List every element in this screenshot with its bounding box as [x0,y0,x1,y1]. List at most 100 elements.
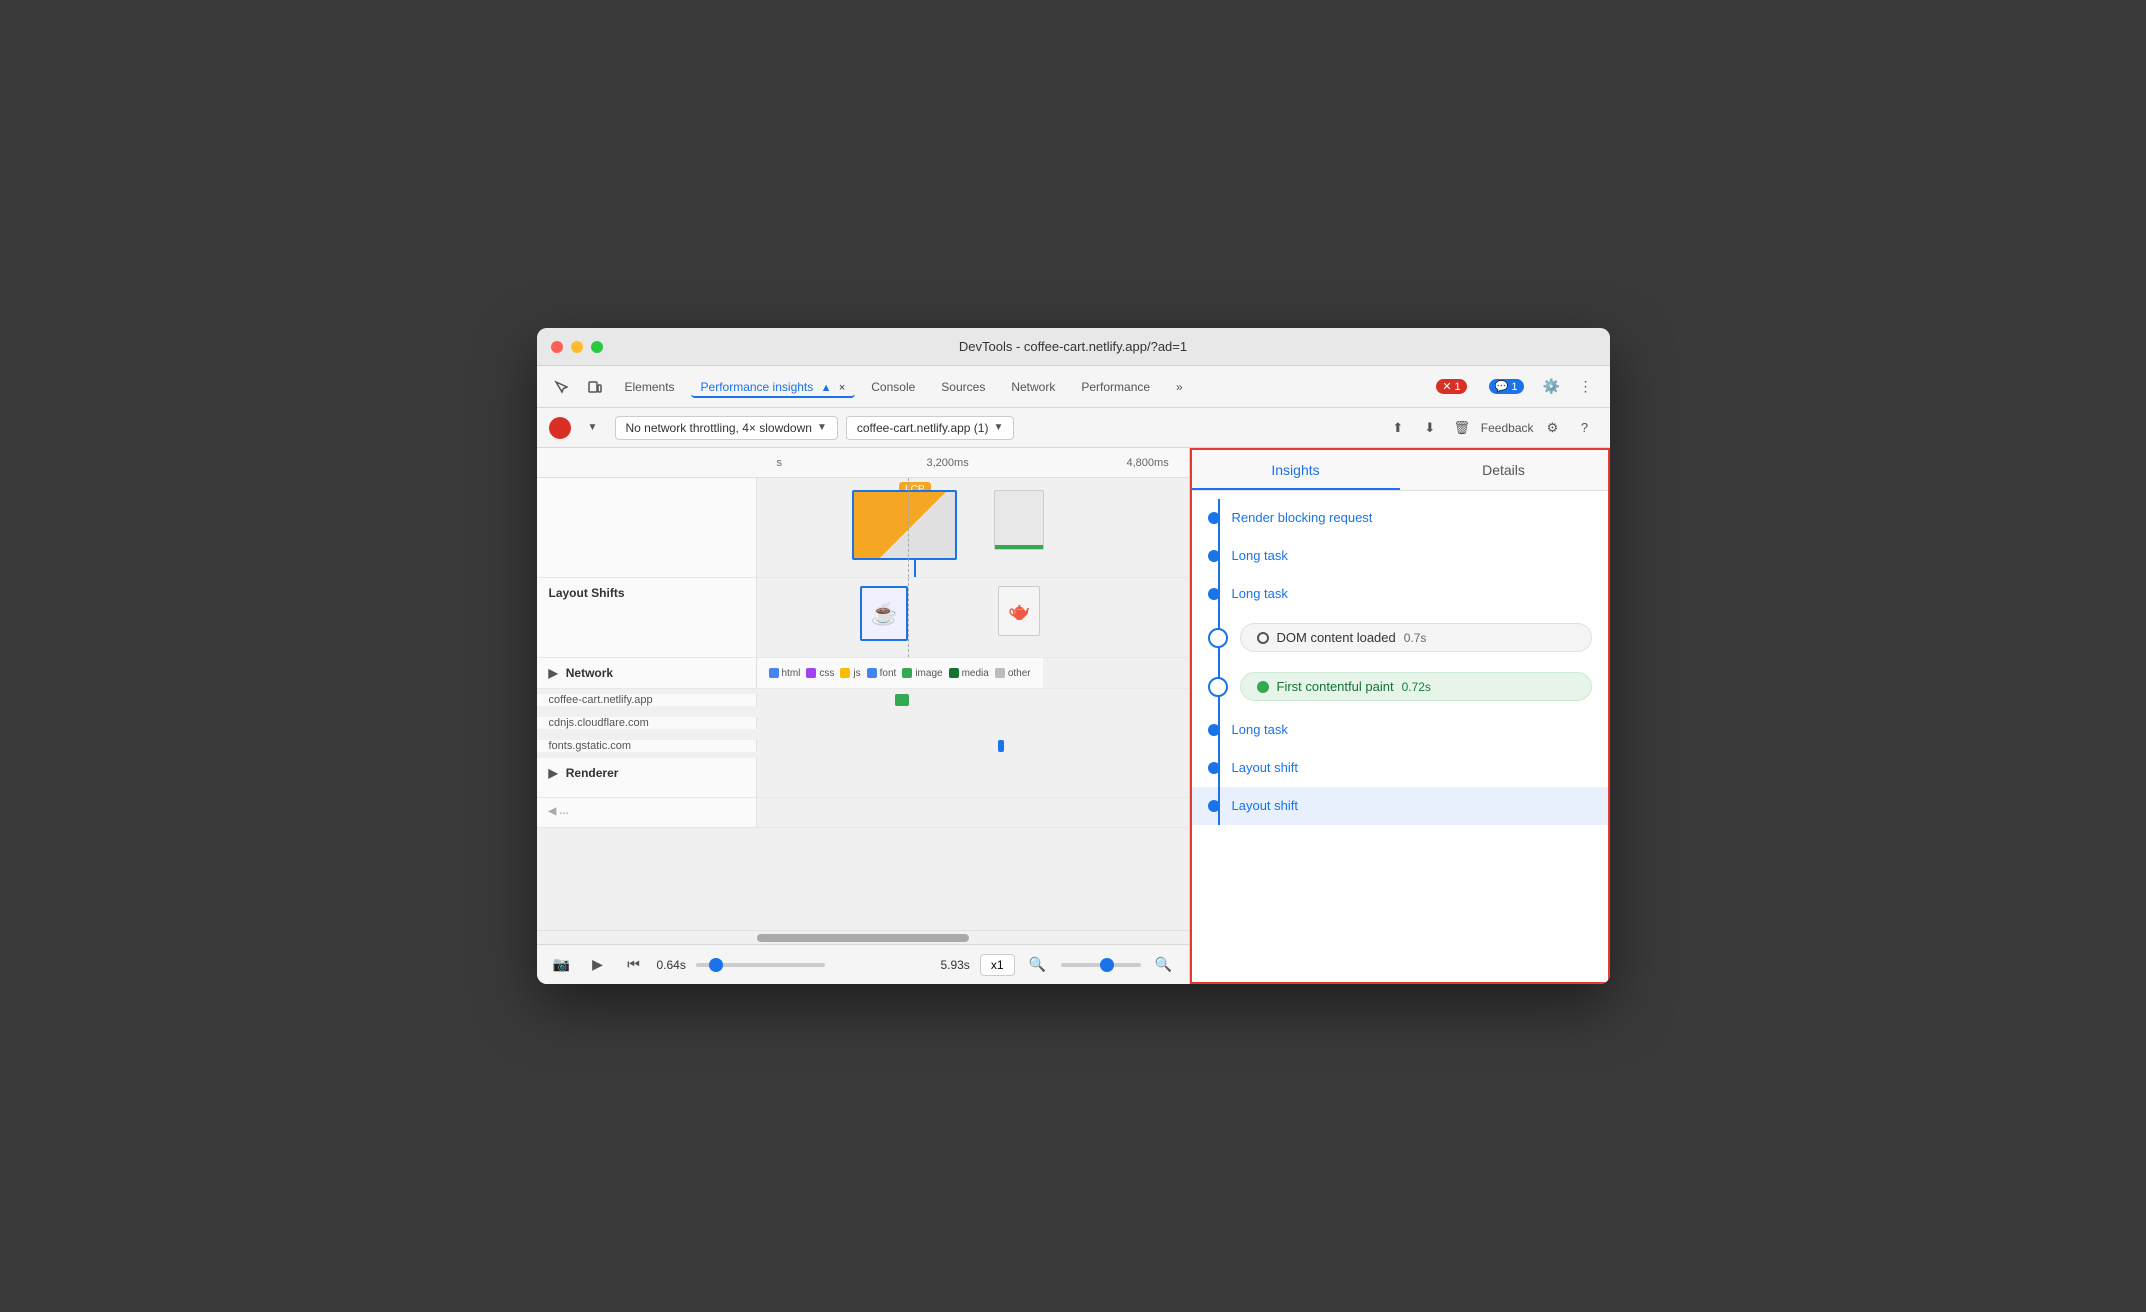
network-throttle-dropdown[interactable]: No network throttling, 4× slowdown ▼ [615,416,838,440]
ruler-time-2: 3,200ms [927,457,969,469]
timeline-panel: s 3,200ms 4,800ms LCP [537,448,1190,984]
tab-network[interactable]: Network [1001,376,1065,398]
network-row-label-3: fonts.gstatic.com [537,740,757,752]
network-legend: html css js font [757,658,1043,688]
network-row-label-1: coffee-cart.netlify.app [537,694,757,706]
upload-icon[interactable]: ⬆ [1385,415,1411,441]
zoom-slider[interactable] [1061,963,1141,967]
tab-performance[interactable]: Performance [1071,376,1160,398]
layout-shift-1-link[interactable]: Layout shift [1232,760,1299,775]
content-3: Long task [1232,585,1592,603]
network-bar-3 [998,740,1004,752]
css-color [806,668,816,678]
zoom-in-icon[interactable]: 🔍 [1151,952,1177,978]
record-button[interactable] [549,417,571,439]
tab-insights[interactable]: Insights [1192,450,1400,490]
download-icon[interactable]: ⬇ [1417,415,1443,441]
maximize-button[interactable] [591,341,603,353]
tab-elements[interactable]: Elements [615,376,685,398]
speed-button[interactable]: x1 [980,954,1015,976]
message-count: 1 [1511,381,1517,393]
fcp-pill: First contentful paint 0.72s [1240,672,1592,701]
dot-3 [1208,588,1220,600]
dot-2 [1208,550,1220,562]
dot-large-2 [1208,677,1228,697]
network-legend-row: ▶ Network html css [537,658,1189,689]
play-button[interactable]: ▶ [585,952,611,978]
network-row-canvas-1 [757,689,1189,711]
insight-item-layout-shift-1[interactable]: Layout shift [1192,749,1608,787]
content-5: First contentful paint 0.72s [1240,672,1592,701]
content-7: Layout shift [1232,759,1592,777]
message-icon: 💬 [1495,380,1509,393]
scrollbar-track [757,934,969,942]
long-task-1-link[interactable]: Long task [1232,548,1288,563]
tab-performance-insights[interactable]: Performance insights ▲ × [691,376,856,398]
insight-item-layout-shift-2[interactable]: Layout shift [1192,787,1608,825]
screenshot-icon[interactable]: 📷 [549,952,575,978]
long-task-3-link[interactable]: Long task [1232,722,1288,737]
more-icon[interactable]: ⋮ [1572,373,1600,401]
insights-tabs: Insights Details [1192,450,1608,491]
message-badge-button[interactable]: 💬 1 [1481,376,1532,397]
secondary-toolbar: ▼ No network throttling, 4× slowdown ▼ c… [537,408,1610,448]
layout-shift-2-link[interactable]: Layout shift [1232,798,1299,813]
long-task-2-link[interactable]: Long task [1232,586,1288,601]
skip-start-button[interactable]: ⏮ [621,952,647,978]
tab-console[interactable]: Console [861,376,925,398]
feedback-link[interactable]: Feedback [1481,421,1534,435]
paint-rect-main [852,490,957,560]
settings2-icon[interactable]: ⚙ [1540,415,1566,441]
timeline-scrollbar[interactable] [537,930,1189,944]
chevron-down-icon2: ▼ [993,422,1003,433]
extra-row: ◀ … [537,798,1189,828]
dom-circle-icon [1257,632,1269,644]
layout-shift-image-1[interactable]: ☕ [860,586,908,641]
scrollbar-thumb[interactable] [757,934,969,942]
tab-more[interactable]: » [1166,376,1193,398]
zoom-out-icon[interactable]: 🔍 [1025,952,1051,978]
dashed-vertical-line [908,478,909,577]
paint-row: LCP [537,478,1189,578]
bottom-bar: 📷 ▶ ⏮ 0.64s 5.93s x1 🔍 🔍 [537,944,1189,984]
insight-item-long-task-3[interactable]: Long task [1192,711,1608,749]
extra-row-canvas [757,798,1189,827]
js-color [840,668,850,678]
render-blocking-link[interactable]: Render blocking request [1232,510,1373,525]
legend-html: html [769,668,801,679]
insight-item-dom-loaded[interactable]: DOM content loaded 0.7s [1192,613,1608,662]
font-color [867,668,877,678]
renderer-label[interactable]: ▶ Renderer [537,758,757,797]
insights-list: Render blocking request Long task [1192,491,1608,982]
insight-item-long-task-2[interactable]: Long task [1192,575,1608,613]
insight-item-render-blocking[interactable]: Render blocking request [1192,499,1608,537]
legend-js: js [840,668,860,679]
help-icon[interactable]: ? [1572,415,1598,441]
close-button[interactable] [551,341,563,353]
renderer-expand-icon[interactable]: ▶ [549,766,558,780]
time-ruler: s 3,200ms 4,800ms [537,448,1189,478]
ruler-time-1: s [777,457,783,469]
image-color [902,668,912,678]
insight-item-long-task-1[interactable]: Long task [1192,537,1608,575]
tab-details[interactable]: Details [1400,450,1608,490]
minimize-button[interactable] [571,341,583,353]
insight-item-fcp[interactable]: First contentful paint 0.72s [1192,662,1608,711]
network-expand-icon[interactable]: ▶ [549,666,558,680]
playhead-slider[interactable] [696,963,825,967]
device-icon[interactable] [581,373,609,401]
content-1: Render blocking request [1232,509,1592,527]
layout-shift-image-2[interactable]: 🫖 [998,586,1040,636]
delete-icon[interactable]: 🗑 [1449,415,1475,441]
tab-sources[interactable]: Sources [931,376,995,398]
extra-row-label: ◀ … [537,798,757,827]
content-8: Layout shift [1232,797,1592,815]
cursor-icon[interactable] [547,373,575,401]
ruler-time-3: 4,800ms [1127,457,1169,469]
settings-icon[interactable]: ⚙️ [1538,373,1566,401]
dropdown-arrow-icon[interactable]: ▼ [579,414,607,442]
site-dropdown[interactable]: coffee-cart.netlify.app (1) ▼ [846,416,1015,440]
error-badge-button[interactable]: ✕ 1 [1428,376,1474,397]
legend-image: image [902,668,942,679]
renderer-row: ▶ Renderer [537,758,1189,798]
